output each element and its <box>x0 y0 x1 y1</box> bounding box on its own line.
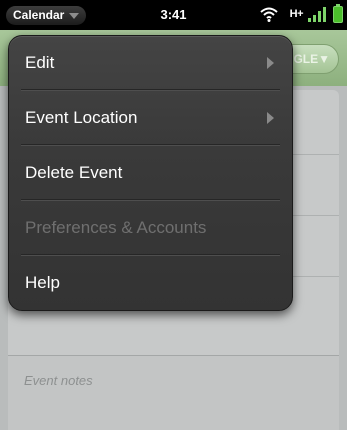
menu-item-label: Help <box>25 273 60 292</box>
menu-item-edit[interactable]: Edit <box>9 36 292 90</box>
menu-item-label: Event Location <box>25 108 138 127</box>
chevron-right-icon <box>267 57 274 69</box>
signal-icon <box>307 6 329 22</box>
network-type: H+ <box>289 8 304 20</box>
chevron-right-icon <box>267 112 274 124</box>
status-bar: Calendar 3:41 H+ <box>0 0 347 30</box>
event-notes-field[interactable] <box>8 355 339 430</box>
status-icons[interactable]: H+ <box>243 4 343 24</box>
menu-item-preferences-accounts: Preferences & Accounts <box>9 201 292 255</box>
battery-icon <box>333 4 343 23</box>
menu-item-help[interactable]: Help <box>9 256 292 310</box>
event-notes-placeholder: Event notes <box>24 373 93 388</box>
app-menu-dropdown: Edit Event Location Delete Event Prefere… <box>8 35 293 311</box>
menu-item-label: Delete Event <box>25 163 123 182</box>
menu-item-delete-event[interactable]: Delete Event <box>9 146 292 200</box>
menu-item-event-location[interactable]: Event Location <box>9 91 292 145</box>
menu-item-label: Edit <box>25 53 55 72</box>
menu-item-label: Preferences & Accounts <box>25 218 207 237</box>
wifi-icon <box>260 7 278 22</box>
